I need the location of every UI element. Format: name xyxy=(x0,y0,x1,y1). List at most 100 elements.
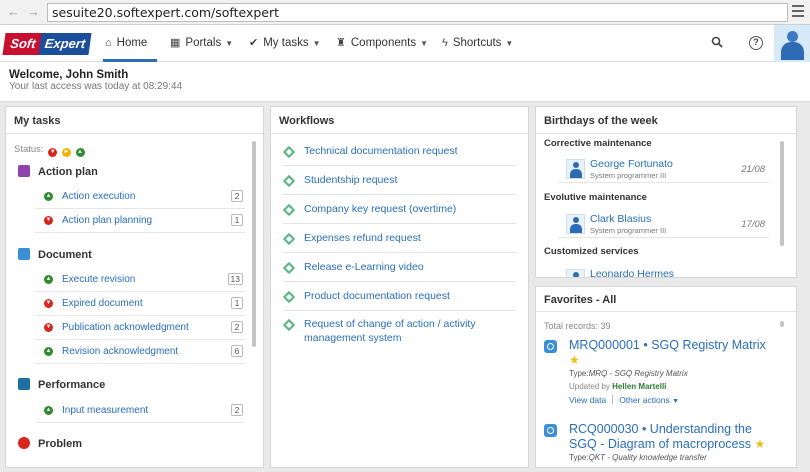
welcome-banner: Welcome, John Smith Your last access was… xyxy=(0,62,810,102)
category-action-plan[interactable]: Action plan xyxy=(18,165,98,178)
caret-down-icon: ▼ xyxy=(505,39,514,48)
person-avatar xyxy=(566,214,585,234)
scrollbar[interactable] xyxy=(780,321,784,327)
task-row[interactable]: Revision acknowledgment 6 xyxy=(35,341,245,364)
task-row[interactable]: Expired document 1 xyxy=(35,293,245,316)
back-arrow-icon[interactable]: ← xyxy=(7,5,20,19)
status-up-icon xyxy=(44,192,53,201)
birthday-section: Customized services xyxy=(544,246,639,257)
performance-icon xyxy=(18,378,30,390)
document-icon xyxy=(18,248,30,260)
status-filter: Status: ▼ ► ▲ xyxy=(14,144,85,157)
panel-title: Workflows xyxy=(279,115,335,127)
record-icon xyxy=(544,340,557,353)
category-document[interactable]: Document xyxy=(18,248,92,261)
favorite-updated: Updated by Hellen Martelli xyxy=(569,382,667,391)
caret-down-icon: ▼ xyxy=(225,39,234,48)
browser-toolbar: ← → sesuite20.softexpert.com/softexpert xyxy=(0,0,810,25)
caret-down-icon: ▼ xyxy=(672,398,680,405)
address-bar[interactable]: sesuite20.softexpert.com/softexpert xyxy=(47,3,788,22)
status-warning-filter[interactable]: ► xyxy=(61,148,71,157)
panel-title: Favorites - All xyxy=(544,294,617,306)
status-up-icon xyxy=(44,347,53,356)
workflow-icon xyxy=(282,174,296,188)
birthdays-panel: Birthdays of the week Corrective mainten… xyxy=(535,106,797,278)
workflow-item[interactable]: Studentship request xyxy=(282,172,516,195)
bolt-icon: ϟ xyxy=(442,37,448,49)
scrollbar[interactable] xyxy=(780,141,784,246)
search-icon[interactable] xyxy=(710,36,724,50)
grid-icon: ▦ xyxy=(170,37,181,49)
home-icon: ⌂ xyxy=(105,37,112,49)
last-access-text: Your last access was today at 08:29:44 xyxy=(9,81,183,92)
workflow-icon xyxy=(282,232,296,246)
caret-down-icon: ▼ xyxy=(312,39,321,48)
workflows-panel: Workflows Technical documentation reques… xyxy=(270,106,529,468)
action-plan-icon xyxy=(18,165,30,177)
trophy-icon: ♜ xyxy=(336,37,346,49)
nav-home[interactable]: ⌂ Home xyxy=(103,25,157,62)
softexpert-logo[interactable]: Soft Expert xyxy=(2,33,92,55)
workflow-icon xyxy=(282,203,296,217)
help-icon[interactable]: ? xyxy=(749,36,763,50)
total-records: Total records: 39 xyxy=(544,321,611,331)
status-late-filter[interactable]: ▼ xyxy=(48,148,58,157)
category-problem[interactable]: Problem xyxy=(18,437,82,450)
nav-my-tasks[interactable]: ✔ My tasks ▼ xyxy=(249,25,321,62)
view-data-link[interactable]: View data xyxy=(569,395,606,405)
person-avatar xyxy=(566,269,585,277)
welcome-title: Welcome, John Smith xyxy=(9,69,129,81)
workflow-item[interactable]: Technical documentation request xyxy=(282,143,516,166)
nav-shortcuts[interactable]: ϟ Shortcuts ▼ xyxy=(442,25,513,62)
status-up-icon xyxy=(44,406,53,415)
problem-icon xyxy=(18,437,30,449)
task-row[interactable]: Execute revision 13 xyxy=(35,269,245,292)
my-tasks-panel: My tasks Status: ▼ ► ▲ Action plan Actio… xyxy=(5,106,264,468)
panel-title: My tasks xyxy=(14,115,61,127)
forward-arrow-icon[interactable]: → xyxy=(27,5,40,19)
nav-portals[interactable]: ▦ Portals ▼ xyxy=(170,25,233,62)
workflow-item[interactable]: Company key request (overtime) xyxy=(282,201,516,224)
app-header: Soft Expert ⌂ Home ▦ Portals ▼ ✔ My tasks ▼ ♜… xyxy=(0,25,810,62)
browser-menu-icon[interactable] xyxy=(792,5,804,19)
task-row[interactable]: Input measurement 2 xyxy=(35,400,245,423)
workflow-icon xyxy=(282,318,296,332)
birthday-section: Evolutive maintenance xyxy=(544,192,647,203)
favorite-actions: View data Other actions ▼ xyxy=(569,395,679,405)
task-row[interactable]: Action execution 2 xyxy=(35,186,245,209)
status-ontime-filter[interactable]: ▲ xyxy=(75,148,85,157)
workflow-item[interactable]: Expenses refund request xyxy=(282,230,516,253)
favorite-title-link[interactable]: RCQ000030 • Understanding the SGQ - Diag… xyxy=(569,422,774,452)
favorites-panel: Favorites - All Total records: 39 MRQ000… xyxy=(535,286,797,468)
birthday-person[interactable]: Clark Blasius System programmer III 17/0… xyxy=(558,213,769,238)
panel-title: Birthdays of the week xyxy=(544,115,658,127)
person-avatar xyxy=(566,159,585,179)
favorite-type: Type:QKT - Quality knowledge transfer xyxy=(569,453,707,462)
favorite-title-link[interactable]: MRQ000001 • SGQ Registry Matrix ★ xyxy=(569,338,774,368)
task-row[interactable]: Publication acknowledgment 2 xyxy=(35,317,245,340)
category-performance[interactable]: Performance xyxy=(18,378,105,391)
task-row[interactable]: Action plan planning 1 xyxy=(35,210,245,233)
nav-components[interactable]: ♜ Components ▼ xyxy=(336,25,428,62)
star-icon[interactable]: ★ xyxy=(754,437,765,451)
favorite-type: Type:MRQ - SGQ Registry Matrix xyxy=(569,369,688,378)
status-down-icon xyxy=(44,299,53,308)
status-down-icon xyxy=(44,216,53,225)
scrollbar[interactable] xyxy=(252,141,256,347)
workflow-item[interactable]: Release e-Learning video xyxy=(282,259,516,282)
workflow-icon xyxy=(282,261,296,275)
caret-down-icon: ▼ xyxy=(420,39,429,48)
other-actions-link[interactable]: Other actions ▼ xyxy=(619,395,679,405)
user-avatar[interactable] xyxy=(774,25,810,62)
workflow-item[interactable]: Product documentation request xyxy=(282,288,516,311)
star-icon[interactable]: ★ xyxy=(569,353,580,367)
status-down-icon xyxy=(44,323,53,332)
workflow-icon xyxy=(282,290,296,304)
workflow-item[interactable]: Request of change of action / activity m… xyxy=(282,316,516,352)
status-up-icon xyxy=(44,275,53,284)
record-icon xyxy=(544,424,557,437)
birthday-person[interactable]: George Fortunato System programmer III 2… xyxy=(558,158,769,183)
workflow-icon xyxy=(282,145,296,159)
check-icon: ✔ xyxy=(249,37,259,49)
birthday-person[interactable]: Leonardo Hermes xyxy=(558,268,769,277)
